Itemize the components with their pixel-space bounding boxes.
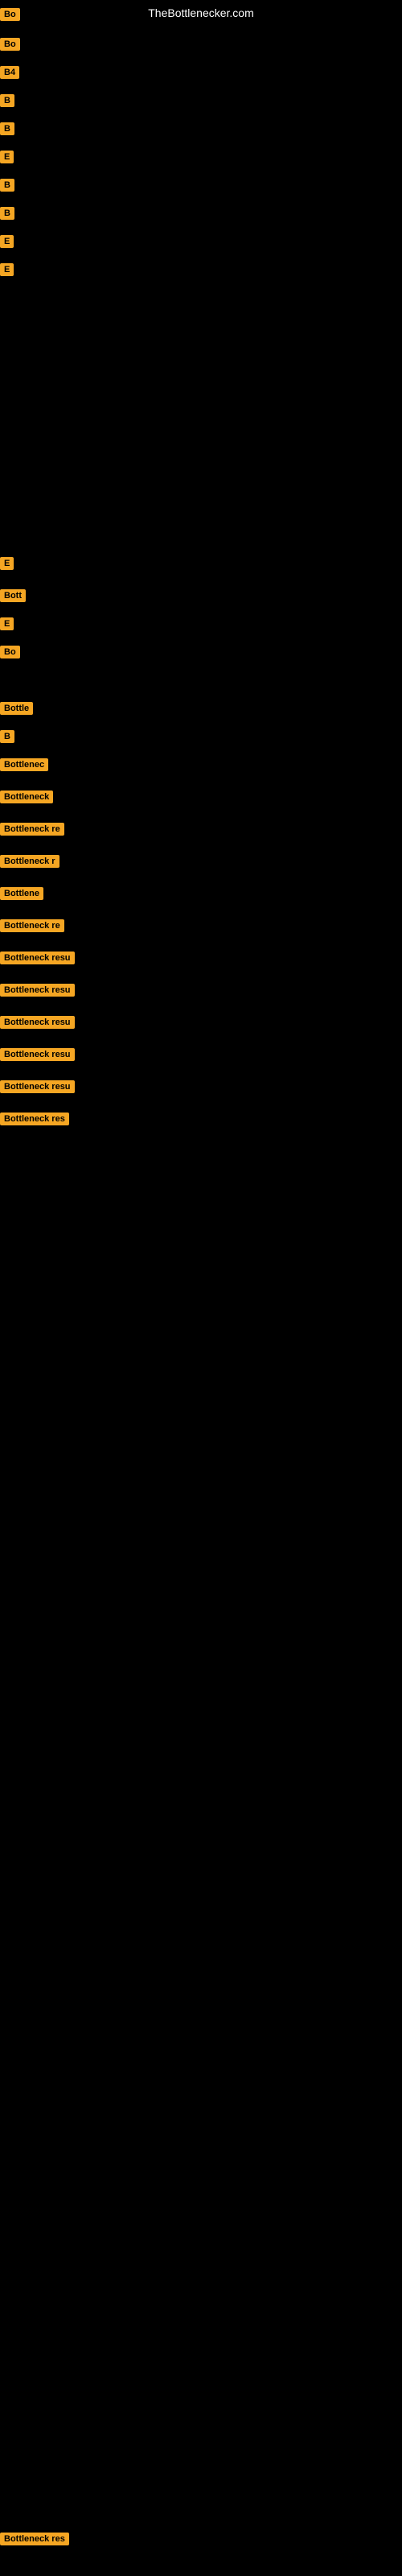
badge-5[interactable]: B (0, 122, 14, 135)
badge-6[interactable]: E (0, 151, 14, 163)
badge-21[interactable]: Bottleneck r (0, 855, 59, 868)
badge-3[interactable]: B4 (0, 66, 19, 79)
badge-2[interactable]: Bo (0, 38, 20, 51)
badge-29[interactable]: Bottleneck res (0, 1113, 69, 1125)
badge-1[interactable]: Bo (0, 8, 20, 21)
badge-9[interactable]: E (0, 235, 14, 248)
badge-20[interactable]: Bottleneck re (0, 823, 64, 836)
badge-8[interactable]: B (0, 207, 14, 220)
badge-13[interactable]: Bott (0, 589, 26, 602)
badge-17[interactable]: B (0, 730, 14, 743)
badge-18[interactable]: Bottlenec (0, 758, 48, 771)
badge-4[interactable]: B (0, 94, 14, 107)
site-title: TheBottlenecker.com (0, 0, 402, 23)
badge-7[interactable]: B (0, 179, 14, 192)
badge-26[interactable]: Bottleneck resu (0, 1016, 75, 1029)
badge-14[interactable]: E (0, 617, 14, 630)
badge-25[interactable]: Bottleneck resu (0, 984, 75, 997)
badge-22[interactable]: Bottlene (0, 887, 43, 900)
badge-23[interactable]: Bottleneck re (0, 919, 64, 932)
badge-15[interactable]: Bo (0, 646, 20, 658)
bottleneck-res-label: Bottleneck res (0, 2533, 69, 2545)
badge-19[interactable]: Bottleneck (0, 791, 53, 803)
badge-28[interactable]: Bottleneck resu (0, 1080, 75, 1093)
badge-12[interactable]: E (0, 557, 14, 570)
badge-24[interactable]: Bottleneck resu (0, 952, 75, 964)
badge-10[interactable]: E (0, 263, 14, 276)
badge-16[interactable]: Bottle (0, 702, 33, 715)
badge-27[interactable]: Bottleneck resu (0, 1048, 75, 1061)
